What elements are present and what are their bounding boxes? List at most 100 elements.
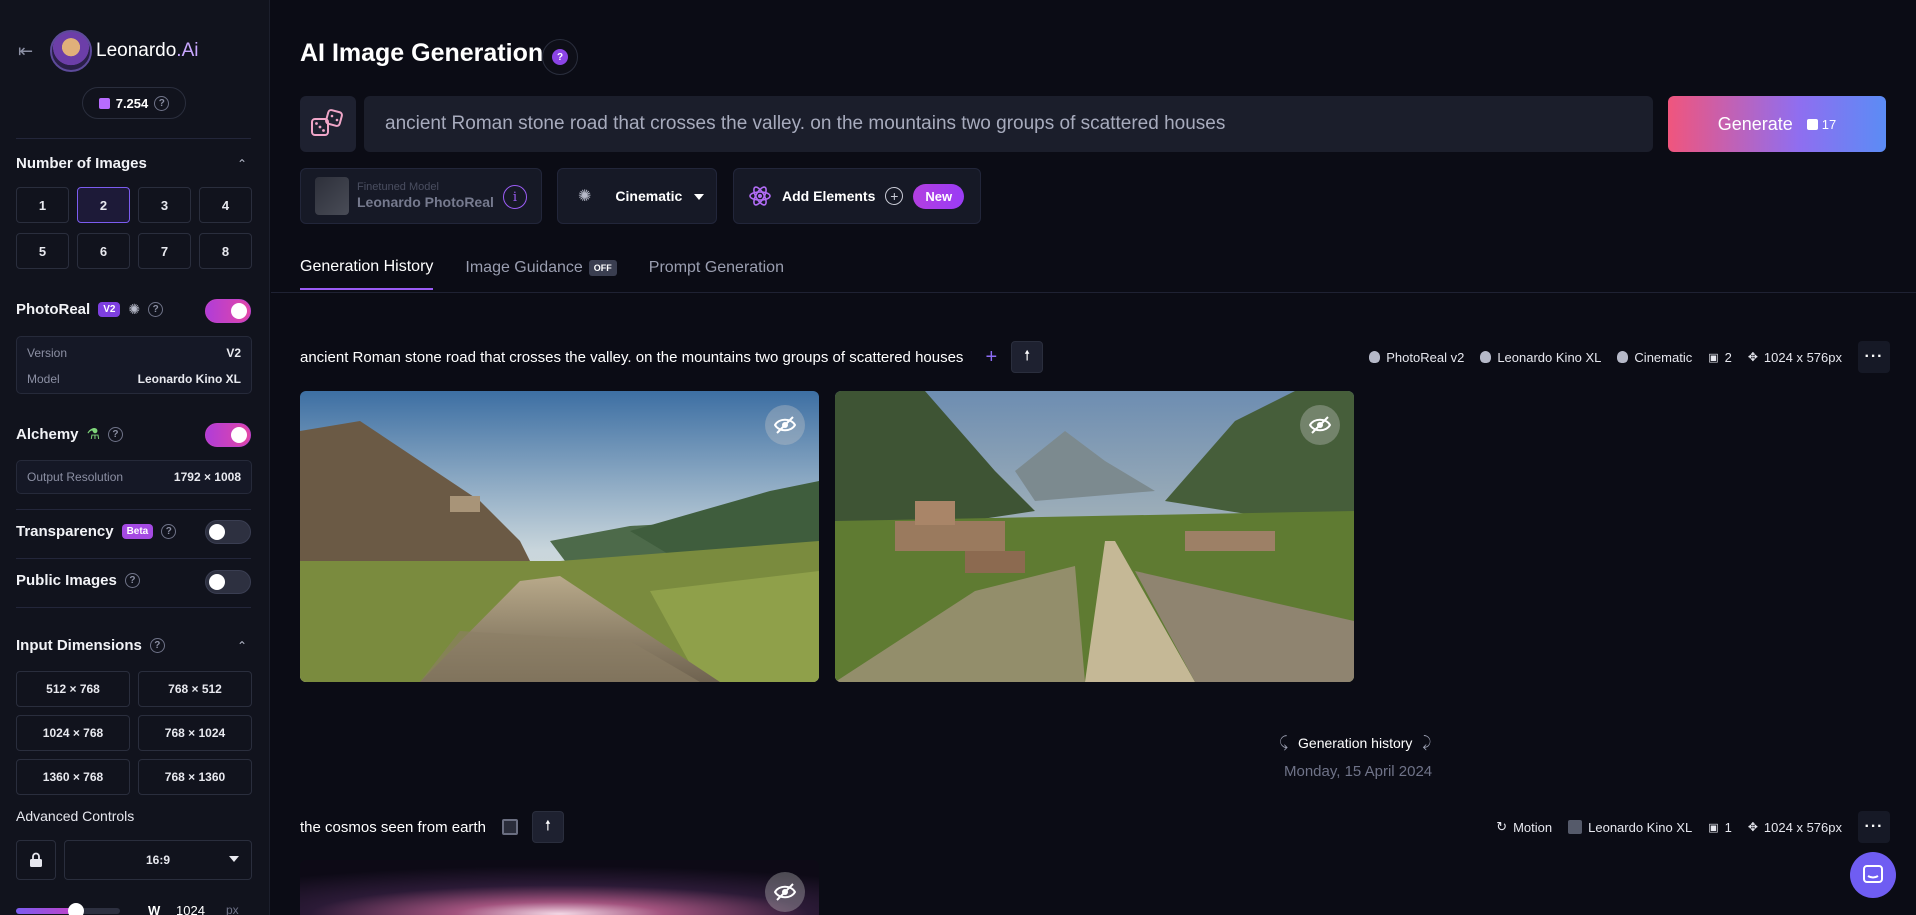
- token-icon: [98, 97, 110, 109]
- transparency-row: Transparency Beta ?: [16, 523, 177, 540]
- images-icon: ▣: [1708, 821, 1719, 834]
- photoreal-info[interactable]: Version V2 Model Leonardo Kino XL: [16, 336, 252, 394]
- generation-prompt[interactable]: ancient Roman stone road that crosses th…: [300, 349, 963, 366]
- advanced-controls-label[interactable]: Advanced Controls: [16, 808, 134, 824]
- slider-thumb[interactable]: [68, 903, 84, 915]
- help-icon[interactable]: ?: [149, 638, 165, 653]
- more-options-button[interactable]: ···: [1858, 341, 1890, 373]
- eye-off-icon: [774, 416, 796, 434]
- tab-prompt-generation[interactable]: Prompt Generation: [649, 258, 784, 290]
- aspect-ratio-select[interactable]: 16:9: [64, 840, 252, 880]
- help-icon[interactable]: ?: [124, 573, 140, 588]
- question-icon: ?: [552, 49, 568, 65]
- main-content: AI Image Generation ? ancient Roman ston…: [271, 0, 1916, 915]
- images-option-1[interactable]: 1: [16, 187, 69, 223]
- dimension-grid: 512 × 768 768 × 512 1024 × 768 768 × 102…: [16, 671, 252, 795]
- avatar[interactable]: [50, 30, 92, 72]
- dimension-option[interactable]: 1360 × 768: [16, 759, 130, 795]
- generation-prompt[interactable]: the cosmos seen from earth: [300, 819, 486, 836]
- chevron-up-icon[interactable]: ⌃: [237, 157, 247, 171]
- width-value[interactable]: 1024: [176, 903, 205, 915]
- logo-row: ⇤ Leonardo.Ai: [18, 30, 198, 72]
- images-option-5[interactable]: 5: [16, 233, 69, 269]
- images-option-4[interactable]: 4: [199, 187, 252, 223]
- dimension-option[interactable]: 512 × 768: [16, 671, 130, 707]
- model-name: Leonardo PhotoReal: [357, 194, 494, 211]
- lock-icon: [30, 852, 42, 867]
- dimension-option[interactable]: 768 × 1024: [138, 715, 252, 751]
- copy-icon[interactable]: [501, 819, 518, 835]
- style-icon: [1617, 351, 1629, 363]
- images-option-2[interactable]: 2: [77, 187, 130, 223]
- meta-count: ▣ 2: [1708, 349, 1732, 365]
- more-options-button[interactable]: ···: [1858, 811, 1890, 843]
- move-icon: ✥: [1747, 820, 1758, 834]
- chevron-up-icon[interactable]: ⌃: [237, 639, 247, 653]
- generation-header: the cosmos seen from earth 🠕 ↻ Motion Leo…: [300, 810, 1890, 844]
- width-slider[interactable]: [16, 903, 120, 915]
- alchemy-label: Alchemy: [16, 425, 79, 443]
- generated-image[interactable]: [300, 391, 819, 682]
- move-icon: ✥: [1747, 350, 1758, 364]
- potion-icon: ⚗: [86, 426, 100, 443]
- generated-image[interactable]: [835, 391, 1354, 682]
- photoreal-version-badge: V2: [98, 302, 121, 317]
- generate-button[interactable]: Generate 17: [1668, 96, 1886, 152]
- width-label: W: [148, 903, 161, 915]
- brand-logo[interactable]: Leonardo.Ai: [96, 40, 198, 62]
- section-input-dimensions[interactable]: Input Dimensions ?: [16, 637, 165, 654]
- dimension-option[interactable]: 768 × 1360: [138, 759, 252, 795]
- images-option-3[interactable]: 3: [138, 187, 191, 223]
- aspect-lock-button[interactable]: [16, 840, 56, 880]
- help-icon[interactable]: ?: [107, 426, 123, 442]
- add-elements-label: Add Elements: [782, 188, 876, 204]
- info-icon[interactable]: i: [503, 185, 527, 209]
- eye-off-icon: [774, 883, 796, 901]
- model-thumbnail-icon: [1568, 820, 1583, 834]
- help-icon[interactable]: ?: [154, 95, 170, 111]
- meta-model: Leonardo Kino XL: [1480, 350, 1601, 365]
- images-option-8[interactable]: 8: [199, 233, 252, 269]
- generated-image[interactable]: [300, 860, 819, 915]
- hide-image-button[interactable]: [765, 872, 805, 912]
- reuse-prompt-button[interactable]: 🠕: [531, 811, 564, 843]
- images-icon: ▣: [1708, 351, 1719, 364]
- atom-icon: [749, 186, 771, 206]
- help-icon[interactable]: ?: [161, 524, 177, 539]
- section-number-of-images[interactable]: Number of Images: [16, 155, 147, 172]
- hide-image-button[interactable]: [1300, 405, 1340, 445]
- random-prompt-button[interactable]: [300, 96, 356, 152]
- model-selector[interactable]: Finetuned Model Leonardo PhotoReal i: [300, 168, 542, 224]
- history-label: Generation history: [1298, 734, 1413, 751]
- public-images-toggle[interactable]: [205, 570, 251, 594]
- style-selector[interactable]: ✺ Cinematic: [557, 168, 717, 224]
- meta-photoreal: PhotoReal v2: [1369, 350, 1464, 365]
- reuse-prompt-button[interactable]: 🠕: [1011, 341, 1044, 373]
- alchemy-toggle[interactable]: [205, 423, 251, 447]
- dimension-option[interactable]: 768 × 512: [138, 671, 252, 707]
- transparency-toggle[interactable]: [205, 520, 251, 544]
- aspect-ratio-value: 16:9: [145, 853, 171, 867]
- plus-icon[interactable]: +: [985, 346, 997, 369]
- tab-generation-history[interactable]: Generation History: [300, 258, 434, 290]
- collapse-sidebar-icon[interactable]: ⇤: [18, 41, 38, 61]
- token-balance[interactable]: 7.254 ?: [82, 87, 186, 119]
- model-icon: [1369, 351, 1381, 363]
- help-button[interactable]: ?: [542, 39, 578, 75]
- prompt-input[interactable]: ancient Roman stone road that crosses th…: [364, 96, 1653, 152]
- generation-history-divider: ⤹ Generation history ⤸: [1279, 734, 1431, 751]
- images-option-7[interactable]: 7: [138, 233, 191, 269]
- tab-image-guidance[interactable]: Image Guidance OFF: [465, 258, 617, 290]
- images-option-6[interactable]: 6: [77, 233, 130, 269]
- hide-image-button[interactable]: [765, 405, 805, 445]
- public-images-label: Public Images: [16, 572, 117, 589]
- add-elements-button[interactable]: Add Elements + New: [733, 168, 981, 224]
- chat-support-button[interactable]: [1850, 852, 1896, 898]
- dimension-option[interactable]: 1024 × 768: [16, 715, 130, 751]
- generation-header: ancient Roman stone road that crosses th…: [300, 340, 1890, 374]
- help-icon[interactable]: ?: [148, 302, 164, 317]
- section-title: Input Dimensions: [16, 637, 142, 654]
- app-window: ⇤ Leonardo.Ai 7.254 ? Number of Images ⌃…: [0, 0, 1916, 915]
- meta-model: Leonardo Kino XL: [1568, 820, 1692, 835]
- photoreal-toggle[interactable]: [205, 299, 251, 323]
